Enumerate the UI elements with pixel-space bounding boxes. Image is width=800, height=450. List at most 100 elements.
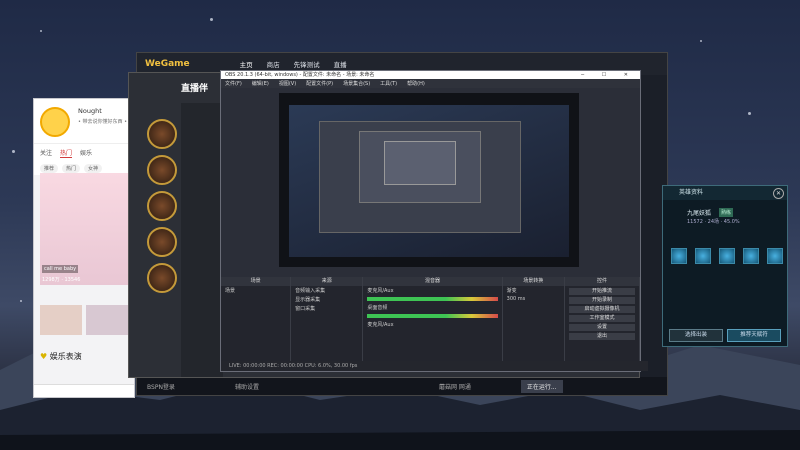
obs-docks: 场景 场景 来源 音频输入采集 显示器采集 窗口采集 混音器 麦克风/Aux 桌… [221, 277, 641, 361]
hero-avatar[interactable] [147, 119, 177, 149]
profile-header: Nought • 带去说你懂好东西 • [34, 99, 134, 143]
obs-title-bar: OBS 20.1.3 (64-bit, windows) - 配置文件: 未命名… [221, 71, 640, 79]
hero-column [137, 113, 177, 299]
audio-meter [367, 314, 498, 318]
menu-profile[interactable]: 配置文件(P) [306, 80, 333, 87]
mixer-label: 桌面音频 [367, 305, 388, 311]
skill-icon[interactable] [695, 248, 711, 264]
source-item[interactable]: 显示器采集 [291, 295, 362, 304]
live-app-window: Nought • 带去说你懂好东西 • 关注 热门 娱乐 推荐 热门 女神 ca… [33, 98, 135, 398]
tag[interactable]: 热门 [62, 164, 81, 173]
sources-header: 来源 [291, 277, 363, 286]
bottom-bar [34, 384, 134, 397]
exit-button[interactable]: 退出 [568, 333, 636, 340]
nav-store[interactable]: 商店 [267, 59, 280, 69]
popup-title: 英雄资料 [679, 189, 704, 196]
mixer-header: 混音器 [363, 277, 502, 286]
tag[interactable]: 推荐 [40, 164, 59, 173]
menu-file[interactable]: 文件(F) [225, 80, 242, 87]
stream-card[interactable] [86, 305, 128, 335]
snow-flake [748, 112, 751, 115]
wegame-logo: WeGame [145, 59, 190, 69]
sources-panel: 来源 音频输入采集 显示器采集 窗口采集 [291, 277, 364, 361]
mixer-label: 麦克风/Aux [367, 288, 394, 294]
skill-icon[interactable] [743, 248, 759, 264]
start-recording-button[interactable]: 开始录制 [568, 297, 636, 304]
menu-help[interactable]: 帮助(H) [407, 80, 425, 87]
mixer-panel: 混音器 麦克风/Aux 桌面音频 麦克风/Aux [363, 277, 503, 361]
menu-scene-collection[interactable]: 场景集合(S) [343, 80, 370, 87]
hero-stats: 11572 · 24场 · 45.0% [687, 219, 740, 225]
controls-panel: 控件 开始推流 开始录制 启动虚拟摄像机 工作室模式 设置 退出 [564, 277, 641, 361]
stream-viewer-count: 1298万 · 13546 [42, 277, 81, 283]
username: Nought [78, 107, 102, 115]
virtual-camera-button[interactable]: 启动虚拟摄像机 [568, 306, 636, 313]
window-controls[interactable]: ─ ☐ ✕ [581, 71, 636, 79]
stream-card[interactable] [40, 305, 82, 335]
obs-title: OBS 20.1.3 (64-bit, windows) - 配置文件: 未命名… [225, 72, 375, 78]
recommend-rune-button[interactable]: 推荐天赋符 [727, 329, 781, 342]
studio-mode-button[interactable]: 工作室模式 [568, 315, 636, 322]
wegame-logo-text: WeGame [145, 59, 190, 69]
obs-preview[interactable] [279, 93, 579, 267]
transition-select[interactable]: 渐变 [503, 286, 564, 295]
obs-status-bar: LIVE: 00:00:00 REC: 00:00:00 CPU: 6.0%, … [221, 361, 648, 371]
snow-flake [700, 40, 702, 42]
nav-home[interactable]: 主页 [240, 59, 253, 69]
section-title: ♥ 娱乐表演 [40, 351, 82, 362]
menu-tools[interactable]: 工具(T) [380, 80, 397, 87]
live-app-title: 直播伴 [181, 84, 209, 94]
heart-icon: ♥ [40, 352, 48, 361]
live-sidebar [181, 103, 223, 377]
controls-header: 控件 [564, 277, 640, 286]
hero-data-popup: 英雄资料 ✕ 九尾妖狐 熟练 11572 · 24场 · 45.0% 选择出装 … [662, 185, 788, 347]
source-item[interactable]: 窗口采集 [291, 304, 362, 313]
snow-flake [210, 18, 213, 21]
stream-card[interactable]: call me baby 1298万 · 13546 [40, 173, 128, 285]
hero-name: 九尾妖狐 [687, 210, 712, 217]
hero-avatar[interactable] [147, 191, 177, 221]
transition-duration[interactable]: 300 ms [503, 295, 564, 303]
preview-layer [384, 141, 456, 185]
scenes-header: 场景 [221, 277, 291, 286]
start-streaming-button[interactable]: 开始推流 [568, 288, 636, 295]
transitions-header: 场景转换 [502, 277, 564, 286]
tab-follow[interactable]: 关注 [40, 148, 52, 158]
skill-icon[interactable] [671, 248, 687, 264]
hero-avatar[interactable] [147, 155, 177, 185]
footer-assist[interactable]: 辅助设置 [235, 382, 259, 391]
menu-view[interactable]: 视图(V) [279, 80, 296, 87]
popup-header: 英雄资料 ✕ [663, 186, 787, 200]
obs-menubar: 文件(F) 编辑(E) 视图(V) 配置文件(P) 场景集合(S) 工具(T) … [221, 79, 640, 88]
hero-tag: 熟练 [719, 208, 734, 217]
user-subtitle: • 带去说你懂好东西 • [78, 119, 128, 125]
nav-test[interactable]: 先锋测试 [294, 59, 320, 69]
settings-button[interactable]: 设置 [568, 324, 636, 331]
menu-edit[interactable]: 编辑(E) [252, 80, 269, 87]
snow-flake [12, 150, 15, 153]
snow-flake [40, 30, 42, 32]
skill-icons [671, 248, 783, 264]
skill-icon[interactable] [719, 248, 735, 264]
footer-login[interactable]: BSPN登录 [147, 382, 175, 391]
source-item[interactable]: 音频输入采集 [291, 286, 362, 295]
tab-entertainment[interactable]: 娱乐 [80, 148, 92, 158]
nav-live[interactable]: 直播 [334, 59, 347, 69]
wegame-nav: 主页 商店 先锋测试 直播 [240, 59, 347, 69]
audio-meter [367, 297, 498, 301]
hero-avatar[interactable] [147, 263, 177, 293]
stream-caption: call me baby [42, 265, 79, 273]
footer-server[interactable]: 蘑菇网 网通 [439, 382, 471, 391]
select-build-button[interactable]: 选择出装 [669, 329, 723, 342]
obs-window: OBS 20.1.3 (64-bit, windows) - 配置文件: 未命名… [220, 70, 648, 372]
scene-item[interactable]: 场景 [221, 286, 290, 295]
close-icon[interactable]: ✕ [773, 188, 784, 199]
scenes-panel: 场景 场景 [221, 277, 292, 361]
tag[interactable]: 女神 [84, 164, 103, 173]
running-button[interactable]: 正在运行... [520, 379, 563, 393]
tab-hot[interactable]: 热门 [60, 148, 73, 158]
hero-avatar[interactable] [147, 227, 177, 257]
skill-icon[interactable] [767, 248, 783, 264]
avatar[interactable] [40, 107, 70, 137]
category-tabs: 关注 热门 娱乐 [34, 143, 134, 162]
